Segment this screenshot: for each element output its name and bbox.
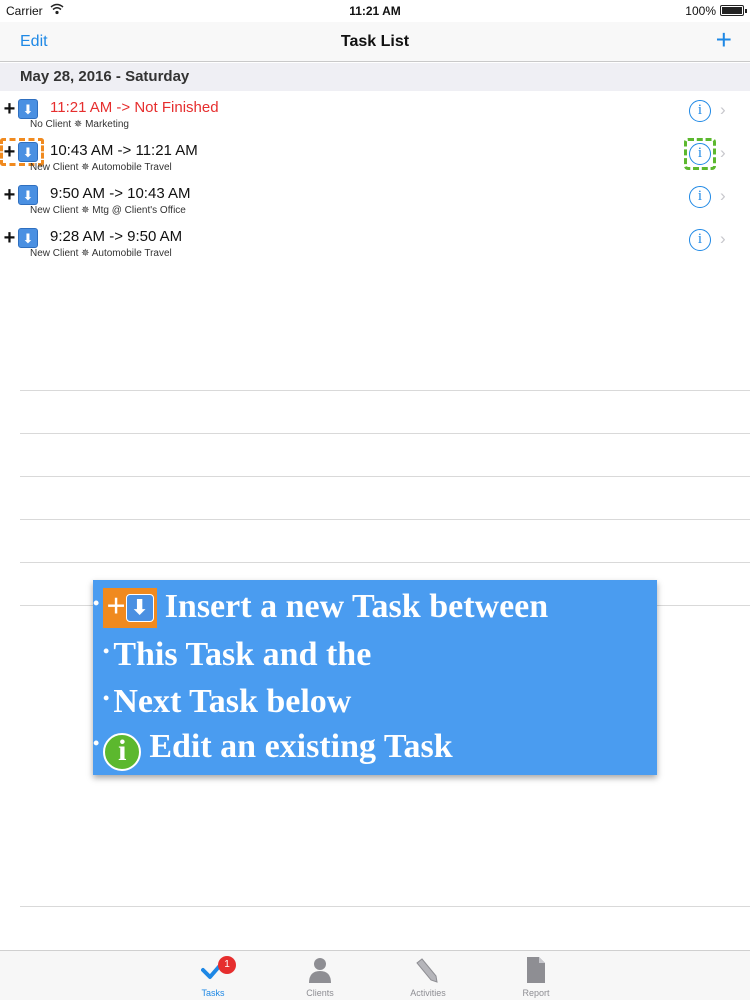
task-client-activity: New Client ✵ Automobile Travel [30, 162, 172, 173]
insert-symbol-box: + ⬇ [103, 588, 157, 628]
callout-line-3: • Next Task below [103, 683, 351, 721]
insert-task-button[interactable]: + ⬇ [1, 97, 43, 121]
down-arrow-icon: ⬇ [125, 594, 154, 622]
task-time-range: 9:28 AM -> 9:50 AM [50, 228, 183, 245]
row-separator [20, 476, 750, 477]
row-separator [20, 906, 750, 907]
page-title: Task List [340, 33, 410, 50]
chevron-right-icon: › [720, 186, 726, 205]
document-icon [527, 957, 545, 983]
app-screen: Carrier 11:21 AM 100% Edit Task List + M… [0, 0, 750, 1000]
down-arrow-icon: ⬇ [18, 185, 38, 205]
tab-label: Clients [306, 988, 334, 998]
task-client-activity: No Client ✵ Marketing [30, 119, 129, 130]
callout-line-insert: • + ⬇ Insert a new Task between [93, 588, 548, 628]
tasks-badge: 1 [218, 956, 236, 974]
callout-text-1: Insert a new Task between [164, 588, 549, 625]
plus-icon: + [3, 141, 16, 163]
task-time-range: 10:43 AM -> 11:21 AM [50, 142, 198, 159]
task-row[interactable]: + ⬇ 9:50 AM -> 10:43 AM New Client ✵ Mtg… [0, 179, 750, 222]
tab-activities[interactable]: Activities [393, 951, 463, 1000]
down-arrow-icon: ⬇ [18, 142, 38, 162]
date-section-header: May 28, 2016 - Saturday [0, 63, 750, 91]
person-icon [309, 958, 331, 983]
tab-label: Activities [410, 988, 446, 998]
status-bar: Carrier 11:21 AM 100% [0, 0, 750, 22]
task-client-activity: New Client ✵ Automobile Travel [30, 248, 172, 259]
info-icon[interactable]: i [689, 229, 711, 251]
tab-report[interactable]: Report [501, 951, 571, 1000]
task-client-activity: New Client ✵ Mtg @ Client's Office [30, 205, 186, 216]
tab-clients[interactable]: Clients [285, 951, 355, 1000]
info-icon: i [103, 733, 142, 771]
navigation-bar: Edit Task List + [0, 22, 750, 62]
bullet: • [93, 593, 100, 613]
row-separator [20, 519, 750, 520]
status-time: 11:21 AM [349, 4, 401, 18]
callout-text-4: Edit an existing Task [149, 728, 453, 765]
task-row[interactable]: + ⬇ 11:21 AM -> Not Finished No Client ✵… [0, 93, 750, 136]
plus-icon: + [106, 588, 126, 625]
chevron-right-icon: › [720, 100, 726, 119]
task-row[interactable]: + ⬇ 10:43 AM -> 11:21 AM New Client ✵ Au… [0, 136, 750, 179]
info-icon[interactable]: i [689, 100, 711, 122]
pencil-icon [416, 958, 438, 983]
row-separator [20, 433, 750, 434]
chevron-right-icon: › [720, 143, 726, 162]
battery-icon [720, 5, 747, 16]
callout-text-3: Next Task below [113, 683, 352, 720]
add-task-button[interactable]: + [716, 26, 732, 54]
callout-line-2: • This Task and the [103, 636, 371, 674]
plus-icon: + [3, 98, 16, 120]
insert-task-button[interactable]: + ⬇ [1, 183, 43, 207]
battery-percent: 100% [685, 4, 716, 18]
tutorial-callout: • + ⬇ Insert a new Task between • This Task … [93, 580, 657, 775]
info-icon[interactable]: i [689, 143, 711, 165]
task-row[interactable]: + ⬇ 9:28 AM -> 9:50 AM New Client ✵ Auto… [0, 222, 750, 265]
info-icon[interactable]: i [689, 186, 711, 208]
tab-bar: 1 Tasks Clients Activities Report [0, 950, 750, 1000]
down-arrow-icon: ⬇ [18, 99, 38, 119]
row-separator [20, 562, 750, 563]
tab-label: Report [522, 988, 550, 998]
tab-label: Tasks [201, 988, 225, 998]
callout-text-2: This Task and the [113, 636, 372, 673]
row-separator [20, 390, 750, 391]
down-arrow-icon: ⬇ [18, 228, 38, 248]
chevron-right-icon: › [720, 229, 726, 248]
bullet: • [103, 688, 110, 708]
tab-tasks[interactable]: 1 Tasks [178, 951, 248, 1000]
task-time-range: 9:50 AM -> 10:43 AM [50, 185, 191, 202]
insert-task-button[interactable]: + ⬇ [1, 140, 43, 164]
plus-icon: + [3, 227, 16, 249]
callout-line-edit: • i Edit an existing Task [93, 728, 453, 771]
bullet: • [93, 733, 100, 753]
bullet: • [103, 641, 110, 661]
section-date: May 28, 2016 - Saturday [20, 68, 190, 85]
task-time-range: 11:21 AM -> Not Finished [50, 99, 219, 116]
insert-task-button[interactable]: + ⬇ [1, 226, 43, 250]
plus-icon: + [3, 184, 16, 206]
